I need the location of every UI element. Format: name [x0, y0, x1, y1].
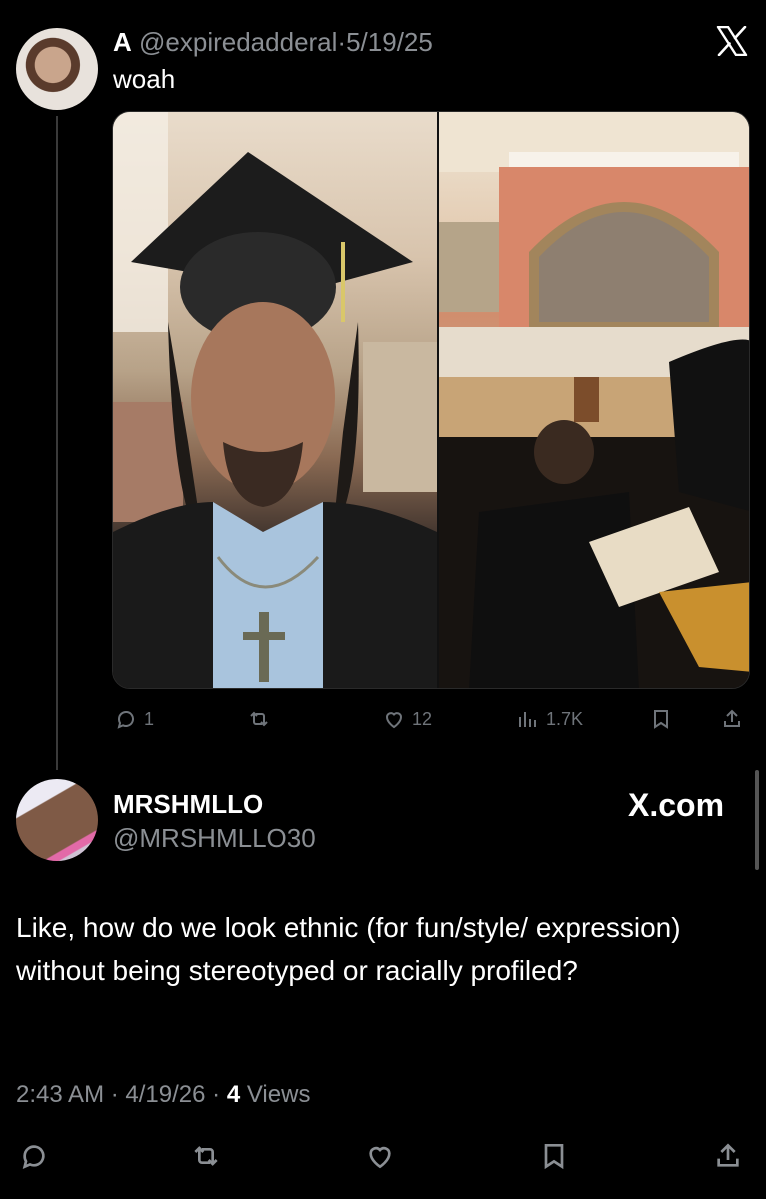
heart-icon [369, 1146, 391, 1169]
reply-icon [117, 710, 134, 729]
separator: · [337, 27, 347, 57]
post-date[interactable]: 4/19/26 [125, 1081, 205, 1108]
auditorium-illustration [439, 112, 749, 688]
share-icon [717, 1143, 739, 1167]
user-handle[interactable]: @expiredadderal [139, 27, 337, 57]
post-text: Like, how do we look ethnic (for fun/sty… [16, 912, 681, 986]
repost-icon [250, 711, 268, 727]
selfie-illustration [113, 112, 437, 688]
avatar[interactable] [16, 779, 98, 861]
views-label: Views [246, 1081, 311, 1108]
like-count: 12 [412, 708, 433, 729]
quoted-post[interactable]: A @expiredadderal·5/19/25 woah 1 12 1.7K [0, 0, 766, 770]
reply-button[interactable]: 1 [114, 704, 154, 734]
repost-icon [194, 1146, 218, 1166]
bookmark-icon [544, 1144, 564, 1170]
post-time[interactable]: 2:43 AM [16, 1081, 104, 1108]
brand-watermark: X.com [628, 787, 725, 823]
display-name[interactable]: MRSHMLLO [113, 789, 263, 819]
thread-line [56, 116, 58, 770]
user-handle[interactable]: @MRSHMLLO30 [113, 823, 316, 853]
share-button[interactable] [720, 704, 744, 734]
like-button[interactable]: 12 [382, 704, 432, 734]
separator: · [110, 1081, 119, 1108]
bookmark-button[interactable] [538, 1138, 570, 1174]
bookmark-icon [654, 710, 668, 729]
share-button[interactable] [712, 1138, 744, 1174]
display-name[interactable]: A [113, 27, 132, 57]
separator: · [212, 1081, 221, 1108]
repost-button[interactable] [190, 1138, 222, 1174]
avatar[interactable] [16, 28, 98, 110]
x-logo-icon [716, 26, 748, 56]
post-meta: 2:43 AM · 4/19/26 · 4 Views [16, 1080, 310, 1110]
post-date[interactable]: 5/19/25 [346, 27, 433, 57]
views-button[interactable]: 1.7K [516, 704, 583, 734]
reply-button[interactable] [18, 1138, 50, 1174]
reply-count: 1 [144, 708, 155, 729]
analytics-icon [519, 712, 536, 727]
bookmark-button[interactable] [649, 704, 673, 734]
repost-button[interactable] [247, 704, 271, 734]
scrollbar[interactable] [755, 770, 759, 870]
main-post-actions [0, 1138, 766, 1174]
quoted-post-actions: 1 12 1.7K [112, 704, 752, 734]
media-grid[interactable] [112, 111, 750, 689]
views-count: 1.7K [546, 708, 584, 729]
selfie-photo[interactable] [113, 112, 437, 688]
views-count: 4 [226, 1081, 241, 1108]
post-text: woah [113, 64, 176, 94]
post-header: A @expiredadderal·5/19/25 [113, 27, 433, 57]
heart-icon [385, 712, 403, 729]
share-icon [724, 709, 740, 727]
reply-icon [22, 1145, 45, 1169]
like-button[interactable] [364, 1138, 396, 1174]
auditorium-photo[interactable] [437, 112, 749, 688]
